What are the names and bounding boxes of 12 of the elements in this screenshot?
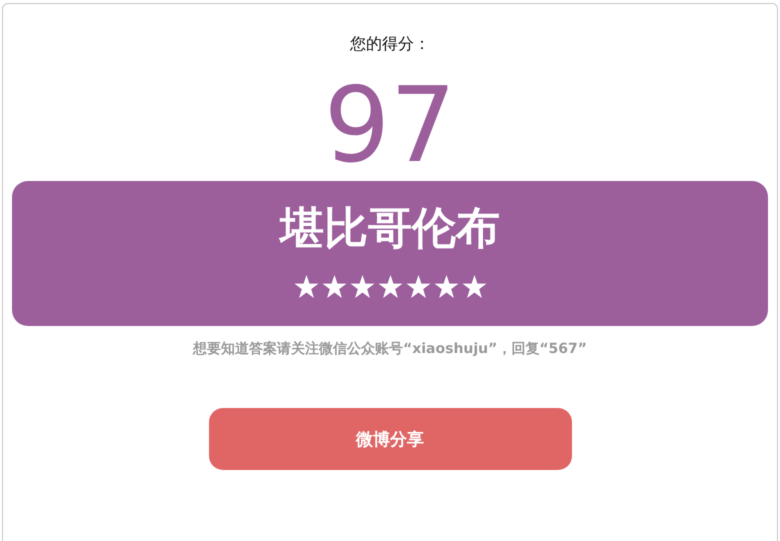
star-icon <box>406 275 430 299</box>
star-icon <box>322 275 346 299</box>
result-title: 堪比哥伦布 <box>280 202 500 256</box>
share-button[interactable]: 微博分享 <box>208 408 572 470</box>
star-icon <box>294 275 318 299</box>
star-icon <box>434 275 458 299</box>
hint-text: 想要知道答案请关注微信公众账号“xiaoshuju”，回复“567” <box>193 340 587 358</box>
star-icon <box>378 275 402 299</box>
score-label: 您的得分： <box>350 34 430 55</box>
star-icon <box>462 275 486 299</box>
score-value: 97 <box>324 75 456 175</box>
star-icon <box>350 275 374 299</box>
